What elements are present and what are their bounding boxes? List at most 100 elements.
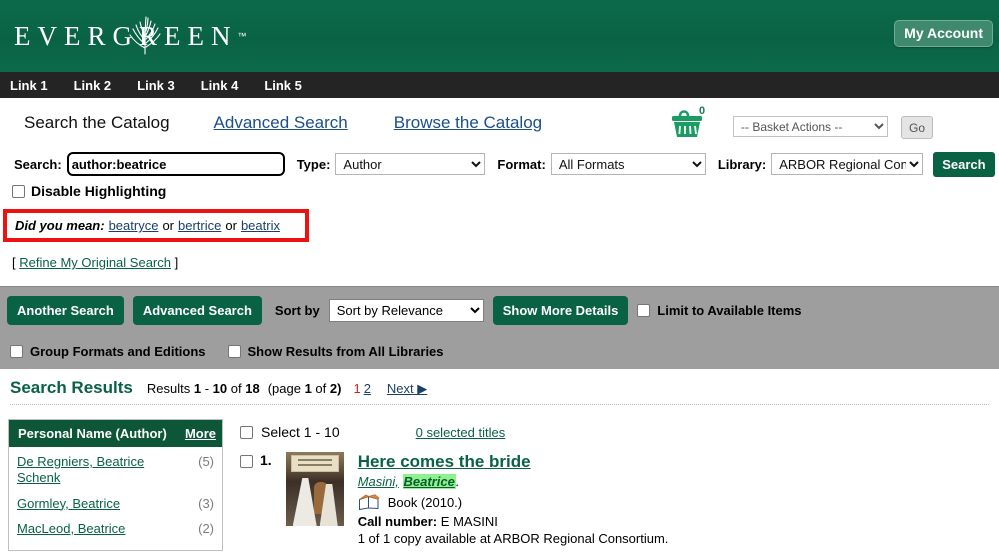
- facet-link-1[interactable]: Gormley, Beatrice: [17, 496, 120, 512]
- list-item: Gormley, Beatrice (3): [17, 496, 214, 512]
- nav-link-2[interactable]: Link 2: [74, 78, 112, 93]
- search-library-select[interactable]: ARBOR Regional Consortium: [771, 153, 924, 175]
- results-word: Results: [146, 381, 191, 396]
- limit-to-available-label: Limit to Available Items: [657, 303, 802, 318]
- result-format-row: Book (2010.): [358, 493, 878, 511]
- list-item: MacLeod, Beatrice (2): [17, 521, 214, 537]
- trademark-symbol: ™: [237, 31, 247, 41]
- facet-more-link[interactable]: More: [185, 426, 216, 441]
- page-current-number: 1: [304, 381, 312, 396]
- browse-the-catalog-link[interactable]: Browse the Catalog: [394, 113, 542, 133]
- cover-title-band: [290, 455, 339, 472]
- results-total: 18: [245, 381, 260, 396]
- results-divider: [10, 404, 989, 405]
- basket-actions-select[interactable]: -- Basket Actions --: [733, 116, 888, 137]
- nav-link-4[interactable]: Link 4: [201, 78, 239, 93]
- advanced-search-link[interactable]: Advanced Search: [214, 113, 348, 133]
- sort-by-select[interactable]: Sort by Relevance: [328, 299, 484, 322]
- catalog-nav-bar: Search the Catalog Advanced Search Brows…: [0, 98, 999, 148]
- selected-titles-link[interactable]: 0 selected titles: [416, 425, 506, 440]
- another-search-button[interactable]: Another Search: [7, 296, 124, 325]
- refine-search-row: [ Refine My Original Search ]: [12, 255, 178, 270]
- did-you-mean-suggestion-3[interactable]: beatrix: [241, 218, 280, 233]
- nav-link-1[interactable]: Link 1: [10, 78, 48, 93]
- call-number-value: E MASINI: [440, 513, 498, 529]
- list-item: De Regniers, Beatrice Schenk (5): [17, 454, 214, 487]
- facet-panel-header: Personal Name (Author) More: [9, 420, 222, 447]
- basket-icon[interactable]: [668, 105, 712, 143]
- facet-count-2: (2): [198, 520, 214, 536]
- result-call-number-row: Call number: E MASINI: [358, 514, 878, 529]
- results-range-start: 1: [193, 381, 202, 396]
- result-index-number: 1.: [260, 452, 272, 468]
- facet-list: De Regniers, Beatrice Schenk (5) Gormley…: [9, 447, 222, 550]
- result-format-text: Book (2010.): [387, 494, 463, 510]
- did-you-mean-separator-1: or: [162, 218, 175, 233]
- top-link-bar: Link 1 Link 2 Link 3 Link 4 Link 5: [0, 72, 999, 98]
- book-cover-thumbnail[interactable]: [285, 452, 344, 526]
- results-toolbar: Another Search Advanced Search Sort by S…: [0, 286, 999, 369]
- page-total-number: 2): [329, 381, 342, 396]
- limit-to-available-checkbox[interactable]: [637, 304, 651, 317]
- page-of-word: of: [315, 381, 327, 396]
- page-indicator: (page 1 of 2): [268, 381, 342, 396]
- show-more-details-button[interactable]: Show More Details: [492, 296, 629, 325]
- search-submit-button[interactable]: Search: [933, 151, 995, 177]
- select-all-checkbox[interactable]: [240, 425, 253, 439]
- refine-my-original-search-link[interactable]: Refine My Original Search: [19, 255, 171, 270]
- search-field-label: Search:: [14, 156, 62, 172]
- facet-count-1: (3): [198, 495, 214, 511]
- result-availability-text: 1 of 1 copy available at ARBOR Regional …: [357, 530, 669, 546]
- results-of-word: of: [230, 381, 242, 396]
- book-icon: [358, 493, 380, 510]
- facet-panel-title: Personal Name (Author): [18, 426, 167, 441]
- show-all-libraries-group: Show Results from All Libraries: [227, 344, 444, 359]
- refine-open-bracket: [: [12, 255, 16, 270]
- show-all-libraries-checkbox[interactable]: [227, 345, 241, 358]
- my-account-button[interactable]: My Account: [894, 20, 993, 47]
- pagination-current-page: 1: [353, 381, 361, 396]
- search-the-catalog-label: Search the Catalog: [24, 113, 170, 132]
- show-all-libraries-label: Show Results from All Libraries: [247, 344, 444, 359]
- nav-link-5[interactable]: Link 5: [264, 78, 302, 93]
- result-title-link[interactable]: Here comes the bride: [358, 452, 531, 472]
- pagination-next-link[interactable]: Next ▶: [387, 381, 427, 397]
- result-select-checkbox[interactable]: [240, 455, 253, 468]
- advanced-search-button[interactable]: Advanced Search: [132, 296, 262, 325]
- facet-count-0: (5): [198, 454, 214, 469]
- nav-link-3[interactable]: Link 3: [137, 78, 175, 93]
- select-all-label: Select 1 - 10: [261, 424, 340, 440]
- result-details: Here comes the bride Masini, Beatrice. B…: [358, 452, 878, 546]
- select-all-row: Select 1 - 10 0 selected titles: [240, 424, 505, 440]
- search-form-row: Search: Type: Author Format: All Formats…: [0, 148, 999, 180]
- result-author-link[interactable]: Masini,: [358, 474, 399, 489]
- facet-link-2[interactable]: MacLeod, Beatrice: [17, 521, 125, 537]
- library-field-label: Library:: [717, 156, 767, 172]
- basket-icon-wrapper[interactable]: 0: [668, 105, 712, 143]
- sort-by-label: Sort by: [274, 303, 320, 318]
- did-you-mean-separator-2: or: [225, 218, 237, 233]
- search-type-select[interactable]: Author: [335, 153, 486, 175]
- result-author-highlighted-term: Beatrice: [402, 473, 456, 489]
- did-you-mean-suggestion-2[interactable]: bertrice: [178, 218, 221, 233]
- search-format-select[interactable]: All Formats: [550, 153, 706, 175]
- basket-count-badge: 0: [699, 105, 706, 117]
- group-formats-group: Group Formats and Editions: [10, 344, 206, 359]
- toolbar-row-secondary: Group Formats and Editions Show Results …: [10, 344, 444, 359]
- format-field-label: Format:: [497, 156, 546, 172]
- facet-link-0[interactable]: De Regniers, Beatrice Schenk: [17, 454, 177, 487]
- search-input[interactable]: [66, 152, 285, 176]
- fern-frond-icon: [129, 16, 161, 55]
- results-range-dash: -: [204, 381, 210, 396]
- page-title: Search Results: [10, 378, 133, 397]
- result-author-line: Masini, Beatrice.: [358, 473, 878, 489]
- brand-header: EVERGREEN ™ My Account: [0, 0, 999, 72]
- basket-go-button[interactable]: Go: [901, 116, 933, 139]
- disable-highlighting-checkbox[interactable]: [12, 184, 25, 198]
- did-you-mean-suggestion-1[interactable]: beatryce: [109, 218, 159, 233]
- group-formats-checkbox[interactable]: [10, 345, 23, 358]
- disable-highlighting-row: Disable Highlighting: [0, 180, 999, 202]
- results-header: Search Results Results 1 - 10 of 18 (pag…: [10, 378, 427, 398]
- pagination-page-2-link[interactable]: 2: [364, 381, 371, 396]
- did-you-mean-label: Did you mean:: [15, 218, 105, 233]
